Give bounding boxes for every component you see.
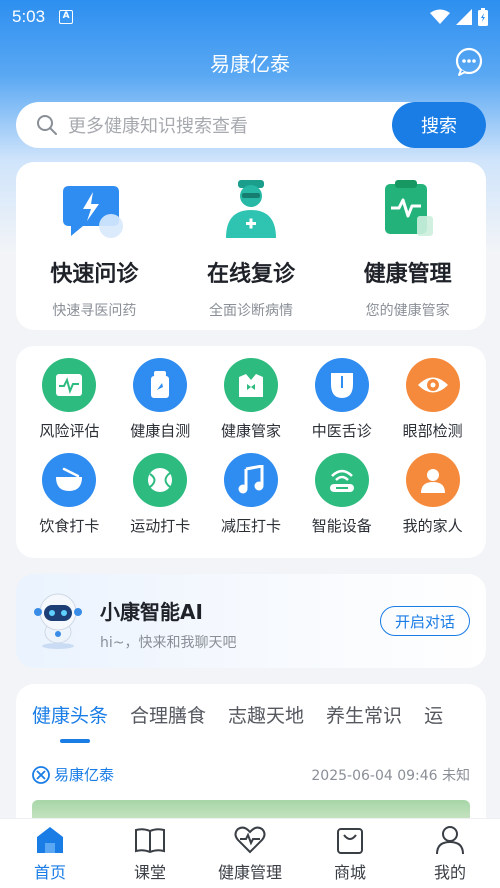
signal-icon bbox=[456, 9, 472, 25]
music-note-icon bbox=[223, 453, 278, 507]
feature-self-test[interactable]: 健康自测 bbox=[115, 358, 206, 441]
news-meta: 易康亿泰 2025-06-04 09:46 未知 bbox=[32, 764, 470, 785]
feature-stress-relief[interactable]: 减压打卡 bbox=[206, 453, 297, 536]
service-health-management[interactable]: 健康管理 您的健康管家 bbox=[329, 162, 486, 330]
tab-more[interactable]: 运 bbox=[424, 701, 443, 728]
tab-hobbies[interactable]: 志趣天地 bbox=[228, 701, 304, 728]
search-button[interactable]: 搜索 bbox=[392, 102, 486, 148]
news-time: 2025-06-04 09:46 未知 bbox=[311, 767, 470, 784]
service-subtitle: 您的健康管家 bbox=[365, 303, 450, 319]
tab-label: 我的 bbox=[433, 862, 466, 882]
shopping-bag-icon bbox=[337, 827, 363, 854]
heart-rate-chart-icon bbox=[42, 358, 97, 412]
eye-icon bbox=[405, 358, 460, 412]
smart-device-icon bbox=[314, 453, 369, 507]
ai-assistant-card[interactable]: 小康智能AI hi~，快来和我聊天吧 开启对话 bbox=[16, 574, 486, 668]
tab-label: 首页 bbox=[33, 862, 66, 882]
tab-wellness-tips[interactable]: 养生常识 bbox=[326, 701, 402, 728]
service-online-revisit[interactable]: 在线复诊 全面诊断病情 bbox=[173, 162, 330, 330]
service-quick-consult[interactable]: 快速问诊 快速寻医问药 bbox=[16, 162, 173, 330]
feature-health-butler[interactable]: 健康管家 bbox=[206, 358, 297, 441]
feature-my-family[interactable]: 我的家人 bbox=[387, 453, 478, 536]
notification-icon: A bbox=[59, 10, 74, 24]
family-person-icon bbox=[405, 453, 460, 507]
feature-label: 中医舌诊 bbox=[311, 422, 372, 440]
service-title: 在线复诊 bbox=[207, 262, 296, 287]
butler-icon bbox=[223, 358, 278, 412]
search-input[interactable]: 更多健康知识搜索查看 bbox=[68, 112, 248, 138]
feature-label: 健康自测 bbox=[130, 422, 191, 440]
search-icon bbox=[37, 115, 57, 135]
news-source[interactable]: 易康亿泰 bbox=[54, 764, 114, 785]
feature-label: 我的家人 bbox=[402, 517, 463, 535]
feature-grid-card: 风险评估 健康自测 健康管家 中医舌诊 眼部检测 饮食打卡 运动打卡 减压打卡 … bbox=[16, 346, 486, 558]
feature-label: 智能设备 bbox=[311, 517, 372, 535]
tab-health-management[interactable]: 健康管理 bbox=[200, 819, 300, 888]
tab-home[interactable]: 首页 bbox=[0, 819, 100, 888]
feature-label: 运动打卡 bbox=[130, 517, 191, 535]
tab-profile[interactable]: 我的 bbox=[400, 819, 500, 888]
feature-label: 风险评估 bbox=[39, 422, 100, 440]
test-jar-icon bbox=[133, 358, 188, 412]
service-subtitle: 全面诊断病情 bbox=[209, 303, 293, 319]
page-title: 易康亿泰 bbox=[210, 51, 290, 76]
tab-health-headlines[interactable]: 健康头条 bbox=[32, 701, 108, 743]
tab-label: 健康管理 bbox=[217, 862, 282, 882]
book-icon bbox=[135, 827, 165, 853]
start-chat-button[interactable]: 开启对话 bbox=[380, 606, 470, 636]
ai-subtitle: hi~，快来和我聊天吧 bbox=[100, 635, 237, 651]
ai-title: 小康智能AI bbox=[100, 600, 203, 624]
feature-smart-device[interactable]: 智能设备 bbox=[296, 453, 387, 536]
heart-pulse-icon bbox=[234, 826, 266, 853]
service-title: 快速问诊 bbox=[50, 262, 139, 287]
wifi-icon bbox=[430, 9, 450, 24]
app-header: 易康亿泰 bbox=[0, 42, 500, 82]
feature-eye-test[interactable]: 眼部检测 bbox=[387, 358, 478, 441]
tongue-icon bbox=[314, 358, 369, 412]
home-icon bbox=[37, 826, 63, 853]
service-card: 快速问诊 快速寻医问药 在线复诊 全面诊断病情 健康管理 您的健康管家 bbox=[16, 162, 486, 330]
feature-label: 眼部检测 bbox=[402, 422, 463, 440]
news-tabs: 健康头条 合理膳食 志趣天地 养生常识 运 bbox=[16, 684, 486, 744]
feature-label: 健康管家 bbox=[220, 422, 281, 440]
feature-tcm-tongue[interactable]: 中医舌诊 bbox=[296, 358, 387, 441]
tab-mall[interactable]: 商城 bbox=[300, 819, 400, 888]
tab-label: 商城 bbox=[333, 862, 366, 882]
status-time: 5:03 bbox=[12, 7, 46, 26]
clipboard-pulse-icon bbox=[384, 180, 433, 236]
tab-classroom[interactable]: 课堂 bbox=[100, 819, 200, 888]
profile-icon bbox=[436, 825, 464, 854]
tab-balanced-diet[interactable]: 合理膳食 bbox=[130, 701, 206, 728]
bowl-icon bbox=[42, 453, 97, 507]
source-logo-icon bbox=[32, 765, 50, 784]
feature-label: 饮食打卡 bbox=[39, 517, 100, 535]
ball-icon bbox=[133, 453, 188, 507]
service-title: 健康管理 bbox=[363, 262, 452, 287]
search-bar[interactable]: 更多健康知识搜索查看 搜索 bbox=[16, 102, 486, 148]
status-bar: 5:03 A bbox=[0, 0, 500, 34]
feature-label: 减压打卡 bbox=[220, 517, 281, 535]
robot-avatar-icon bbox=[34, 593, 82, 649]
tab-label: 课堂 bbox=[133, 862, 166, 882]
message-icon[interactable] bbox=[454, 47, 484, 77]
feature-grid: 风险评估 健康自测 健康管家 中医舌诊 眼部检测 饮食打卡 运动打卡 减压打卡 … bbox=[16, 346, 486, 536]
lightning-chat-icon bbox=[63, 186, 124, 238]
service-subtitle: 快速寻医问药 bbox=[52, 303, 137, 319]
battery-icon bbox=[478, 8, 488, 26]
feature-exercise-checkin[interactable]: 运动打卡 bbox=[115, 453, 206, 536]
feature-risk-assessment[interactable]: 风险评估 bbox=[24, 358, 115, 441]
feature-diet-checkin[interactable]: 饮食打卡 bbox=[24, 453, 115, 536]
doctor-icon bbox=[226, 180, 276, 238]
bottom-tab-bar: 首页 课堂 健康管理 商城 我的 bbox=[0, 818, 500, 888]
